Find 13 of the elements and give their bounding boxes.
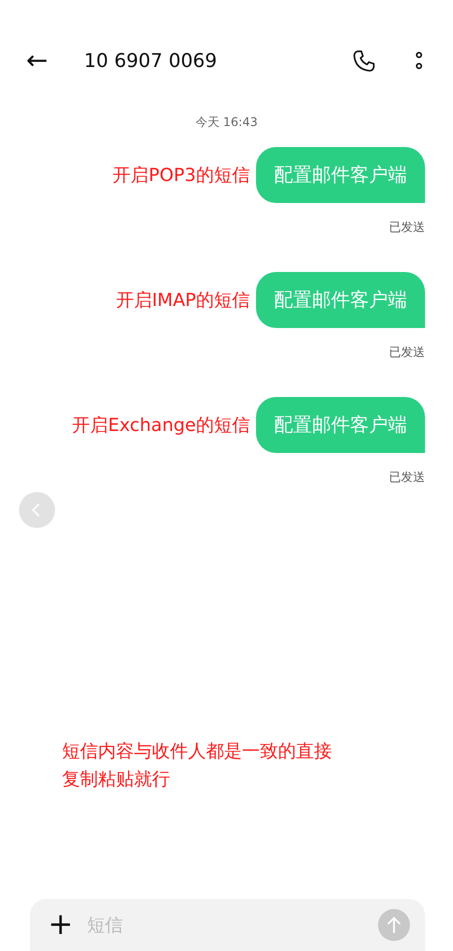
annotation-text: 开启Exchange的短信 xyxy=(72,414,250,437)
timestamp: 今天 16:43 xyxy=(194,114,259,131)
phone-icon[interactable] xyxy=(351,48,377,74)
sent-status: 已发送 xyxy=(388,469,426,486)
sent-status: 已发送 xyxy=(388,219,426,236)
contact-number: 10 6907 0069 xyxy=(84,50,217,72)
back-button[interactable]: ← xyxy=(22,46,52,76)
annotation-text: 开启IMAP的短信 xyxy=(116,289,250,312)
add-icon[interactable]: + xyxy=(48,910,74,940)
annotation-text: 短信内容与收件人都是一致的直接 复制粘贴就行 xyxy=(62,740,333,792)
sent-status: 已发送 xyxy=(388,344,426,361)
more-icon[interactable] xyxy=(415,51,423,71)
annotation-text: 开启POP3的短信 xyxy=(112,164,250,187)
